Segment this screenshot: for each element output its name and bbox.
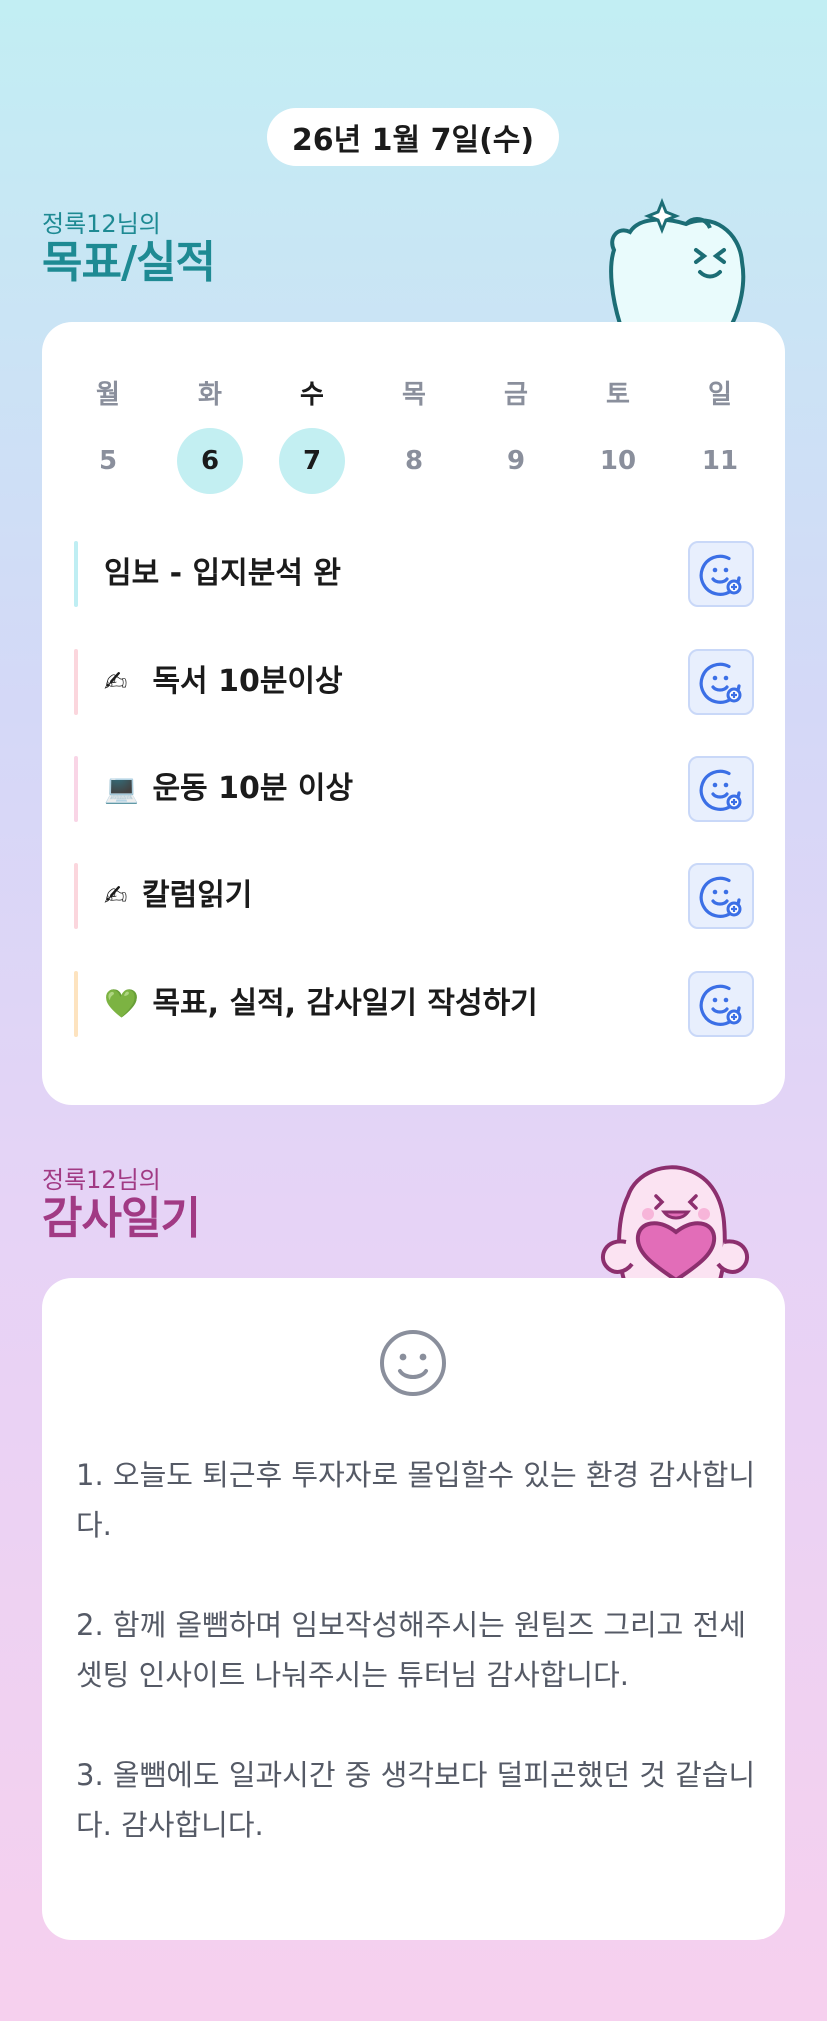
date-label: 26년 1월 7일(수) (291, 123, 535, 158)
goals-owner-label: 정록12님의 (42, 210, 161, 238)
reaction-button[interactable] (688, 756, 754, 822)
goal-color-bar (74, 863, 78, 929)
weekday-label: 목 (402, 380, 426, 410)
goal-text: 임보 - 입지분석 완 (104, 541, 341, 607)
goal-text: ✍ 칼럼읽기 (104, 863, 252, 929)
goal-item: ✍ 독서 10분이상 (74, 649, 754, 715)
smile-plus-icon (699, 876, 742, 918)
date-pill[interactable]: 26년 1월 7일(수) (267, 108, 559, 166)
thanks-card: 1. 오늘도 퇴근후 투자자로 몰입할수 있는 환경 감사합니다. 2. 함께 … (42, 1278, 785, 1940)
weekday-label: 일 (708, 380, 732, 410)
weekday-label: 금 (504, 380, 528, 410)
writing-hand-icon: ✍ (104, 665, 128, 698)
day-number: 9 (506, 446, 526, 476)
laptop-icon: 💻 (104, 772, 139, 805)
weekday-label: 수 (300, 380, 324, 410)
goal-item: ✍ 칼럼읽기 (74, 863, 754, 929)
goals-heading: 정록12님의 목표/실적 (42, 210, 216, 288)
thanks-diary-text: 1. 오늘도 퇴근후 투자자로 몰입할수 있는 환경 감사합니다. 2. 함께 … (76, 1458, 756, 1842)
weekday-label: 화 (198, 380, 222, 410)
goal-text: ✍ 독서 10분이상 (104, 649, 343, 715)
goal-label: 칼럼읽기 (142, 878, 253, 913)
goal-label: 임보 - 입지분석 완 (104, 556, 341, 591)
reaction-button[interactable] (688, 541, 754, 607)
goal-item: 💻 운동 10분 이상 (74, 756, 754, 822)
weekday-label: 토 (606, 380, 630, 410)
smile-face-icon[interactable] (378, 1328, 448, 1398)
goal-text: 💚 목표, 실적, 감사일기 작성하기 (104, 971, 538, 1037)
goals-title: 목표/실적 (42, 237, 216, 288)
day-number: 6 (177, 428, 243, 494)
thanks-title: 감사일기 (42, 1193, 201, 1244)
writing-hand-icon: ✍ (104, 879, 128, 912)
day-number: 5 (98, 446, 118, 476)
goal-color-bar (74, 541, 78, 607)
goal-item: 💚 목표, 실적, 감사일기 작성하기 (74, 971, 754, 1037)
heart-mascot-icon (600, 1165, 750, 1280)
goals-card: 월 5 화 6 수 7 목 8 금 9 토 10 일 11 임보 - 입지분석 … (42, 322, 785, 1105)
goal-color-bar (74, 756, 78, 822)
goal-item: 임보 - 입지분석 완 (74, 541, 754, 607)
day-number: 11 (701, 446, 739, 476)
goal-label: 운동 10분 이상 (142, 771, 354, 806)
goal-color-bar (74, 649, 78, 715)
reaction-button[interactable] (688, 863, 754, 929)
smile-plus-icon (699, 769, 742, 811)
goal-label: 목표, 실적, 감사일기 작성하기 (142, 986, 538, 1021)
green-heart-icon: 💚 (104, 987, 139, 1020)
thanks-owner-label: 정록12님의 (42, 1166, 161, 1194)
reaction-button[interactable] (688, 649, 754, 715)
thanks-heading: 정록12님의 감사일기 (42, 1166, 201, 1244)
reaction-button[interactable] (688, 971, 754, 1037)
smile-plus-icon (699, 554, 742, 596)
cheer-mascot-icon (609, 198, 746, 324)
day-number: 7 (279, 428, 345, 494)
goal-color-bar (74, 971, 78, 1037)
smile-plus-icon (699, 984, 742, 1026)
smile-plus-icon (699, 662, 742, 704)
goal-text: 💻 운동 10분 이상 (104, 756, 353, 822)
weekday-label: 월 (96, 380, 120, 410)
week-calendar: 월 5 화 6 수 7 목 8 금 9 토 10 일 11 (42, 322, 785, 502)
day-number: 10 (599, 446, 637, 476)
goal-label: 독서 10분이상 (142, 664, 343, 699)
day-number: 8 (404, 446, 424, 476)
